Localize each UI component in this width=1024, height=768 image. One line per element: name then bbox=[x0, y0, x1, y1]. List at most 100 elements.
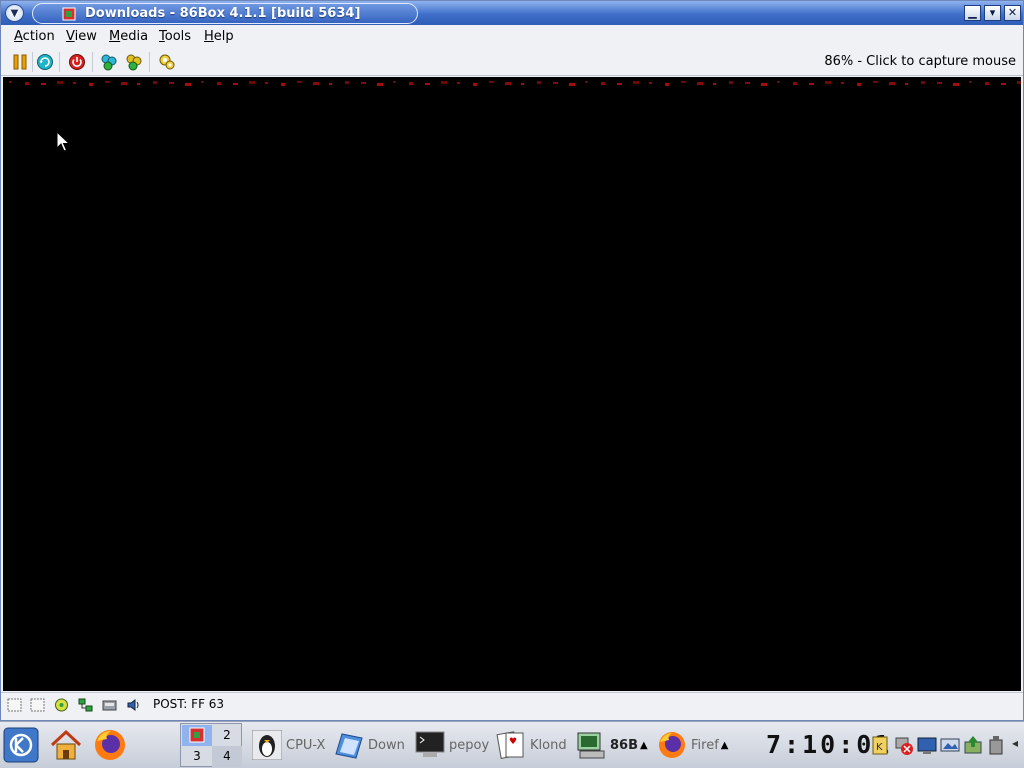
task-terminal[interactable]: pepoy bbox=[415, 726, 491, 764]
garble-glyph bbox=[409, 82, 413, 85]
garble-glyph bbox=[329, 83, 332, 85]
garble-glyph bbox=[889, 82, 895, 85]
maximize-button[interactable]: ▾ bbox=[984, 5, 1001, 21]
emulated-screen[interactable] bbox=[3, 77, 1021, 691]
pager-desktop-4[interactable]: 4 bbox=[212, 746, 242, 767]
garble-glyph bbox=[729, 81, 733, 84]
garble-glyph bbox=[985, 82, 989, 85]
garble-glyph bbox=[185, 83, 191, 86]
garble-glyph bbox=[569, 83, 575, 86]
garble-glyph bbox=[73, 82, 76, 84]
garble-glyph bbox=[793, 82, 797, 85]
garble-glyph bbox=[121, 82, 127, 85]
power-icon[interactable] bbox=[68, 53, 86, 71]
garble-glyph bbox=[441, 81, 447, 84]
cdrom-icon[interactable] bbox=[54, 698, 69, 712]
pager-desktop-2[interactable]: 2 bbox=[212, 725, 242, 746]
terminal-icon bbox=[415, 731, 445, 757]
task-label: 86B bbox=[610, 737, 638, 753]
task-downloads[interactable]: Down bbox=[334, 726, 408, 764]
pause-icon[interactable] bbox=[11, 53, 29, 71]
task-label: CPU-X bbox=[286, 737, 326, 753]
task-label: Down bbox=[368, 737, 405, 753]
screen-icon[interactable] bbox=[940, 734, 960, 756]
pager-desktop-1[interactable] bbox=[182, 725, 212, 746]
firefox-launcher-icon[interactable] bbox=[92, 727, 128, 763]
network-icon[interactable] bbox=[78, 698, 93, 712]
garble-glyph bbox=[537, 81, 541, 84]
floppy-b-icon[interactable] bbox=[30, 698, 45, 712]
task-label: Klond bbox=[530, 737, 567, 753]
window-menu-button[interactable]: ▼ bbox=[5, 4, 24, 22]
capture-mouse-hint[interactable]: 86% - Click to capture mouse bbox=[824, 54, 1016, 70]
task-cpux[interactable]: CPU-X bbox=[252, 726, 330, 764]
garble-glyph bbox=[377, 83, 383, 86]
86box-icon bbox=[62, 7, 76, 21]
floppy-a-icon[interactable] bbox=[7, 698, 22, 712]
garble-glyph bbox=[249, 81, 255, 84]
hdd-icon[interactable] bbox=[102, 698, 117, 712]
garble-glyph bbox=[617, 83, 622, 85]
ctrl-alt-del-icon[interactable] bbox=[100, 53, 118, 71]
garble-glyph bbox=[777, 81, 780, 83]
garble-glyph bbox=[745, 82, 750, 84]
garble-glyph bbox=[281, 83, 285, 86]
klipper-icon[interactable]: K bbox=[870, 734, 890, 756]
garble-glyph bbox=[761, 83, 767, 86]
menu-bar: Action View Media Tools Help bbox=[1, 25, 1023, 48]
group-arrow-icon[interactable]: ▲ bbox=[640, 740, 648, 751]
garble-glyph bbox=[601, 82, 605, 85]
toolbar-separator bbox=[32, 52, 33, 72]
garble-glyph bbox=[57, 81, 63, 84]
garble-glyph bbox=[473, 83, 477, 86]
task-klondike[interactable]: ♥ Klond bbox=[496, 726, 570, 764]
minimize-button[interactable]: ▁ bbox=[964, 5, 981, 21]
menu-media[interactable]: Media bbox=[109, 28, 148, 45]
kde-menu-icon[interactable] bbox=[3, 727, 39, 763]
tray-expand-icon[interactable]: ◂ bbox=[1012, 736, 1018, 750]
task-label: pepoy bbox=[449, 737, 490, 753]
reset-icon[interactable] bbox=[36, 53, 54, 71]
garble-glyph bbox=[89, 83, 93, 86]
garble-glyph bbox=[233, 83, 238, 85]
ctrl-alt-esc-icon[interactable] bbox=[125, 53, 143, 71]
garble-glyph bbox=[169, 82, 174, 84]
settings-icon[interactable] bbox=[158, 53, 176, 71]
task-firefox[interactable]: Firef ▲ bbox=[657, 726, 737, 764]
garble-glyph bbox=[841, 82, 844, 84]
title-bar[interactable]: ▼ Downloads - 86Box 4.1.1 [build 5634] ▁… bbox=[1, 1, 1023, 25]
group-arrow-icon[interactable]: ▲ bbox=[721, 740, 729, 751]
title-pill: Downloads - 86Box 4.1.1 [build 5634] bbox=[32, 3, 418, 24]
window-title: Downloads - 86Box 4.1.1 [build 5634] bbox=[85, 6, 361, 21]
menu-action[interactable]: Action bbox=[14, 28, 55, 45]
garble-glyph bbox=[505, 82, 511, 85]
garble-glyph bbox=[921, 81, 925, 84]
garble-glyph bbox=[649, 82, 652, 84]
power-manager-icon[interactable] bbox=[986, 734, 1006, 756]
sound-icon[interactable] bbox=[126, 698, 141, 712]
task-86box[interactable]: 86B ▲ bbox=[576, 726, 654, 764]
svg-text:K: K bbox=[876, 742, 883, 753]
desktop-pager: 2 3 4 bbox=[180, 723, 242, 767]
garble-glyph bbox=[809, 83, 814, 85]
display-icon[interactable] bbox=[917, 734, 937, 756]
post-code: POST: FF 63 bbox=[153, 697, 225, 711]
updates-icon[interactable] bbox=[963, 734, 983, 756]
close-button[interactable]: ✕ bbox=[1004, 5, 1021, 21]
garble-glyph bbox=[297, 81, 302, 83]
garble-glyph bbox=[265, 82, 268, 84]
menu-tools[interactable]: Tools bbox=[159, 28, 191, 45]
garble-glyph bbox=[25, 82, 29, 85]
pager-desktop-3[interactable]: 3 bbox=[182, 746, 212, 767]
garble-glyph bbox=[553, 82, 558, 84]
mouse-cursor-icon bbox=[56, 131, 70, 152]
garble-glyph bbox=[201, 81, 204, 83]
garble-glyph bbox=[361, 82, 366, 84]
network-disconnected-icon[interactable] bbox=[894, 734, 914, 756]
home-icon[interactable] bbox=[48, 727, 84, 763]
svg-text:♥: ♥ bbox=[509, 737, 517, 747]
menu-view[interactable]: View bbox=[66, 28, 97, 45]
menu-help[interactable]: Help bbox=[204, 28, 234, 45]
garble-glyph bbox=[9, 81, 12, 83]
garble-glyph bbox=[393, 81, 396, 83]
